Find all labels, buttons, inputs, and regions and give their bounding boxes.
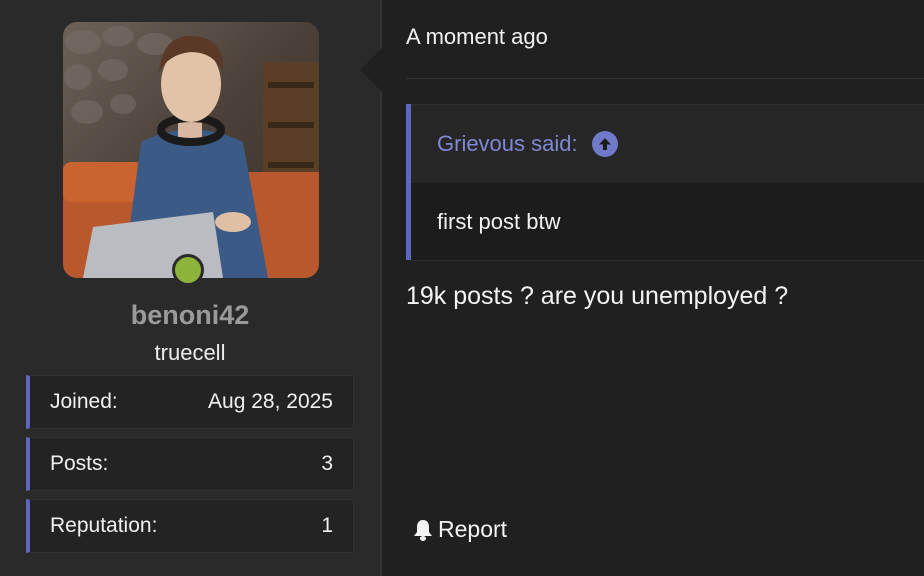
stat-label: Posts: xyxy=(50,452,109,475)
stat-value: Aug 28, 2025 xyxy=(208,390,333,413)
avatar[interactable] xyxy=(63,22,319,278)
post-timestamp[interactable]: A moment ago xyxy=(406,24,548,50)
user-title: truecell xyxy=(154,340,226,365)
report-button[interactable]: Report xyxy=(412,516,507,543)
bell-icon xyxy=(414,519,432,541)
stat-joined: Joined: Aug 28, 2025 xyxy=(26,375,354,429)
user-sidebar: benoni42 truecell Joined: Aug 28, 2025 P… xyxy=(0,0,382,576)
avatar-image xyxy=(63,22,319,278)
arrow-up-icon[interactable] xyxy=(591,131,618,157)
online-status-indicator xyxy=(172,254,204,286)
stat-value[interactable]: 3 xyxy=(321,452,333,476)
post-arrow xyxy=(360,48,382,92)
stat-reputation: Reputation: 1 xyxy=(26,499,354,553)
username[interactable]: benoni42 xyxy=(0,300,380,331)
stat-value: 1 xyxy=(321,514,333,537)
report-label: Report xyxy=(438,516,508,542)
stat-posts: Posts: 3 xyxy=(26,437,354,491)
quote-attribution[interactable]: Grievous said: xyxy=(437,131,578,157)
quote-attribution-bar[interactable]: Grievous said: xyxy=(411,104,924,183)
stat-label: Joined: xyxy=(50,390,118,413)
quote-text: first post btw xyxy=(411,183,924,261)
stat-label: Reputation: xyxy=(50,514,158,537)
header-divider xyxy=(406,78,924,79)
quote-block: Grievous said: first post btw xyxy=(406,104,924,261)
post-message: 19k posts ? are you unemployed ? xyxy=(406,282,789,310)
forum-post: benoni42 truecell Joined: Aug 28, 2025 P… xyxy=(0,0,924,576)
